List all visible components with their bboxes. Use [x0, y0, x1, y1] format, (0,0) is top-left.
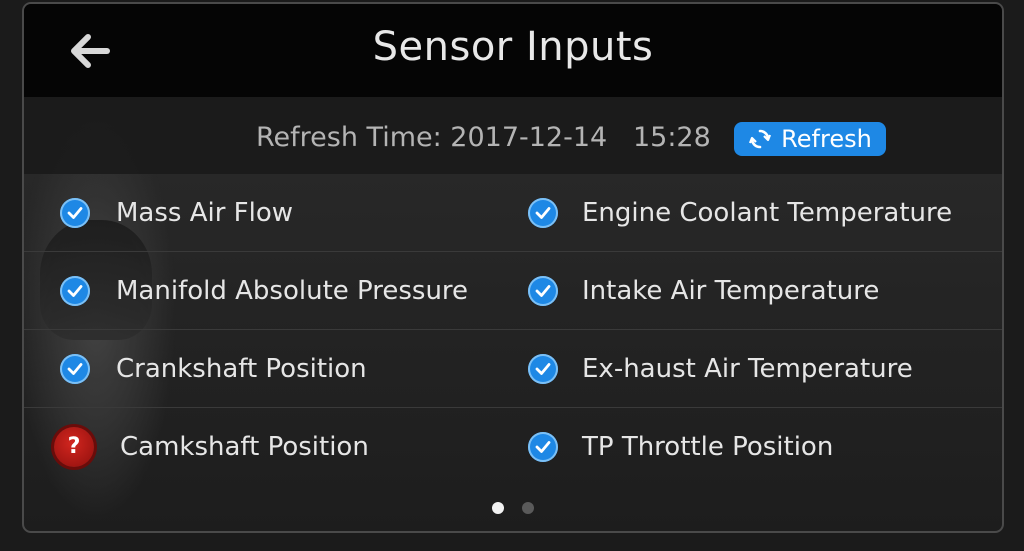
sensor-item-mass-air-flow[interactable]: Mass Air Flow: [60, 174, 293, 251]
check-icon: [528, 275, 558, 306]
sensor-label: Mass Air Flow: [116, 197, 294, 228]
sensor-row: ? Camkshaft Position TP Throttle Positio…: [24, 408, 1002, 485]
sensor-label: Crankshaft Position: [116, 353, 367, 384]
sensor-item-manifold-absolute-pressure[interactable]: Manifold Absolute Pressure: [60, 252, 468, 329]
sensor-item-intake-air-temperature[interactable]: Intake Air Temperature: [528, 252, 879, 329]
sensor-row: Mass Air Flow Engine Coolant Temperature: [24, 174, 1002, 252]
refresh-bar: Refresh Time: 2017-12-14 15:28 Refresh: [24, 97, 1002, 174]
sensor-grid: Mass Air Flow Engine Coolant Temperature…: [24, 174, 1002, 485]
sensor-label: Manifold Absolute Pressure: [116, 275, 469, 306]
sensor-item-camshaft-position[interactable]: ? Camkshaft Position: [54, 408, 369, 485]
check-icon: [528, 197, 558, 228]
refresh-time-text: Refresh Time: 2017-12-14 15:28: [256, 122, 711, 153]
refresh-button-label: Refresh: [781, 125, 872, 153]
sensor-inputs-screen: Sensor Inputs Refresh Time: 2017-12-14 1…: [22, 2, 1004, 533]
refresh-button[interactable]: Refresh: [734, 122, 886, 156]
page-indicator: [24, 502, 1002, 514]
sensor-label: Ex-haust Air Temperature: [582, 353, 913, 384]
refresh-icon: [749, 129, 772, 149]
check-icon: [60, 353, 90, 384]
question-mark-icon: ?: [54, 426, 94, 467]
sensor-item-crankshaft-position[interactable]: Crankshaft Position: [60, 330, 367, 407]
check-icon: [60, 275, 90, 306]
sensor-label: Camkshaft Position: [120, 431, 369, 462]
check-icon: [528, 353, 558, 384]
sensor-row: Crankshaft Position Ex-haust Air Tempera…: [24, 330, 1002, 408]
sensor-label: Engine Coolant Temperature: [582, 197, 953, 228]
sensor-item-engine-coolant-temperature[interactable]: Engine Coolant Temperature: [528, 174, 952, 251]
header-bar: Sensor Inputs: [24, 4, 1002, 97]
sensor-label: Intake Air Temperature: [582, 275, 880, 306]
sensor-item-throttle-position[interactable]: TP Throttle Position: [528, 408, 833, 485]
sensor-row: Manifold Absolute Pressure Intake Air Te…: [24, 252, 1002, 330]
check-icon: [528, 431, 558, 462]
page-dot-2[interactable]: [522, 502, 534, 514]
page-dot-1[interactable]: [492, 502, 504, 514]
sensor-item-exhaust-air-temperature[interactable]: Ex-haust Air Temperature: [528, 330, 913, 407]
sensor-label: TP Throttle Position: [582, 431, 834, 462]
check-icon: [60, 197, 90, 228]
page-title: Sensor Inputs: [372, 24, 654, 70]
